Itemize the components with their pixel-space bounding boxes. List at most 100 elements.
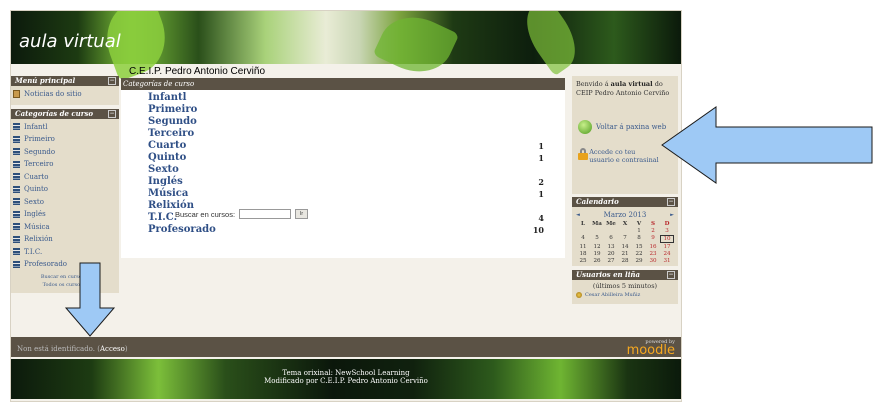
calendar-day[interactable]: 17 <box>660 244 674 250</box>
online-users-title: Usuarios en liña <box>576 270 640 279</box>
footer-banner: Tema orixinal: NewSchool Learning Modifi… <box>11 359 681 399</box>
category-link[interactable]: T.I.C. <box>148 212 177 224</box>
category-link[interactable]: Cuarto <box>148 140 186 152</box>
sidebar-item-musica[interactable]: Música <box>13 221 117 234</box>
calendar-day[interactable]: 2 <box>646 228 660 234</box>
category-link[interactable]: Terceiro <box>148 128 194 140</box>
calendar-day[interactable]: 11 <box>576 244 590 250</box>
list-item: Sexto <box>148 164 544 176</box>
calendar-day <box>618 228 632 234</box>
calendar-day[interactable]: 22 <box>632 251 646 257</box>
calendar-day <box>576 228 590 234</box>
calendar-day[interactable]: 14 <box>618 244 632 250</box>
calendar-weekday: S <box>650 221 656 227</box>
school-name: C.E.I.P. Pedro Antonio Cerviño <box>129 66 266 77</box>
moodle-logo[interactable]: powered by moodle <box>627 339 675 357</box>
category-link[interactable]: Profesorado <box>148 224 216 236</box>
sidebar-item-label: T.I.C. <box>24 247 43 256</box>
leaf-decoration <box>372 11 460 85</box>
login-access-link[interactable]: Acceso <box>100 345 125 353</box>
sidebar-item-cuarto[interactable]: Cuarto <box>13 171 117 184</box>
collapse-icon[interactable]: − <box>108 109 116 118</box>
list-item: Quinto 1 <box>148 152 544 164</box>
home-link[interactable]: Voltar á paxina web <box>578 120 666 134</box>
next-month-icon[interactable]: ► <box>670 209 674 221</box>
calendar-day[interactable]: 25 <box>576 258 590 264</box>
login-info: Non está identificado. (Acceso) <box>17 345 128 353</box>
online-user[interactable]: Cesar Abilleira Muñiz <box>576 292 674 298</box>
calendar-day[interactable]: 27 <box>604 258 618 264</box>
calendar-day[interactable]: 20 <box>604 251 618 257</box>
calendar-day[interactable]: 1 <box>632 228 646 234</box>
list-item: Cuarto 1 <box>148 140 544 152</box>
calendar-day[interactable]: 13 <box>604 244 618 250</box>
category-link[interactable]: Sexto <box>148 164 179 176</box>
calendar-day[interactable]: 24 <box>660 251 674 257</box>
online-minutes: (últimos 5 minutos) <box>592 282 658 290</box>
calendar-day[interactable]: 8 <box>632 235 646 243</box>
prev-month-icon[interactable]: ◄ <box>576 209 580 221</box>
course-icon <box>13 260 20 268</box>
calendar-day[interactable]: 30 <box>646 258 660 264</box>
course-count: 2 <box>538 177 544 187</box>
calendar-day[interactable]: 6 <box>604 235 618 243</box>
calendar-day[interactable]: 3 <box>660 228 674 234</box>
calendar-day[interactable]: 15 <box>632 244 646 250</box>
calendar-day[interactable]: 31 <box>660 258 674 264</box>
search-input[interactable] <box>239 209 292 219</box>
course-icon <box>13 210 20 218</box>
sidebar-item-infantl[interactable]: Infantl <box>13 121 117 134</box>
category-link[interactable]: Infantl <box>148 92 186 104</box>
welcome-pre: Benvido á <box>576 80 609 88</box>
sidebar-item-label: Inglés <box>24 210 46 219</box>
calendar-day[interactable]: 23 <box>646 251 660 257</box>
site-logo[interactable]: aula virtual <box>19 31 121 52</box>
home-link-label: Voltar á paxina web <box>596 122 667 131</box>
sidebar-item-noticias[interactable]: Noticias do sitio <box>13 88 117 101</box>
calendar-day[interactable]: 29 <box>632 258 646 264</box>
sidebar-item-label: Música <box>24 222 50 231</box>
collapse-icon[interactable]: − <box>108 77 116 85</box>
user-icon <box>576 292 582 298</box>
category-link[interactable]: Música <box>148 188 188 200</box>
calendar-day[interactable]: 19 <box>590 251 604 257</box>
sidebar-item-primeiro[interactable]: Primeiro <box>13 133 117 146</box>
collapse-icon[interactable]: − <box>667 271 675 279</box>
online-users-header: Usuarios en liña − <box>572 270 678 280</box>
sidebar-item-tic[interactable]: T.I.C. <box>13 246 117 259</box>
calendar-day[interactable]: 9 <box>646 235 660 243</box>
category-link[interactable]: Segundo <box>148 116 197 128</box>
calendar-day[interactable]: 5 <box>590 235 604 243</box>
calendar-day[interactable]: 12 <box>590 244 604 250</box>
calendar-day[interactable]: 26 <box>590 258 604 264</box>
main-menu-header: Menú principal − <box>11 76 119 86</box>
sidebar-item-segundo[interactable]: Segundo <box>13 146 117 159</box>
category-link[interactable]: Quinto <box>148 152 186 164</box>
sidebar-item-relixion[interactable]: Relixión <box>13 233 117 246</box>
collapse-icon[interactable]: − <box>667 198 675 206</box>
arrow-left-icon <box>661 106 873 184</box>
calendar-weekday: L <box>581 221 585 227</box>
theme-credit: Tema orixinal: NewSchool Learning <box>282 369 410 377</box>
search-button[interactable]: Ir <box>295 209 309 219</box>
calendar-day[interactable]: 7 <box>618 235 632 243</box>
calendar-day[interactable]: 18 <box>576 251 590 257</box>
calendar-day[interactable]: 10 <box>660 235 674 243</box>
calendar-day[interactable]: 4 <box>576 235 590 243</box>
calendar-day[interactable]: 28 <box>618 258 632 264</box>
calendar-day[interactable]: 21 <box>618 251 632 257</box>
sidebar-item-terceiro[interactable]: Terceiro <box>13 158 117 171</box>
category-link[interactable]: Primeiro <box>148 104 197 116</box>
online-user-name: Cesar Abilleira Muñiz <box>585 292 641 298</box>
login-link[interactable]: Accede co teu usuario e contrasinal <box>578 148 662 164</box>
category-link[interactable]: Inglés <box>148 176 183 188</box>
sidebar-item-sexto[interactable]: Sexto <box>13 196 117 209</box>
sidebar-item-ingles[interactable]: Inglés <box>13 208 117 221</box>
sidebar-item-label: Profesorado <box>24 260 68 269</box>
calendar-weekday: V <box>636 221 642 227</box>
course-icon <box>13 223 20 231</box>
sidebar-item-quinto[interactable]: Quinto <box>13 183 117 196</box>
list-item: Primeiro <box>148 104 544 116</box>
course-icon <box>13 135 20 143</box>
calendar-day[interactable]: 16 <box>646 244 660 250</box>
